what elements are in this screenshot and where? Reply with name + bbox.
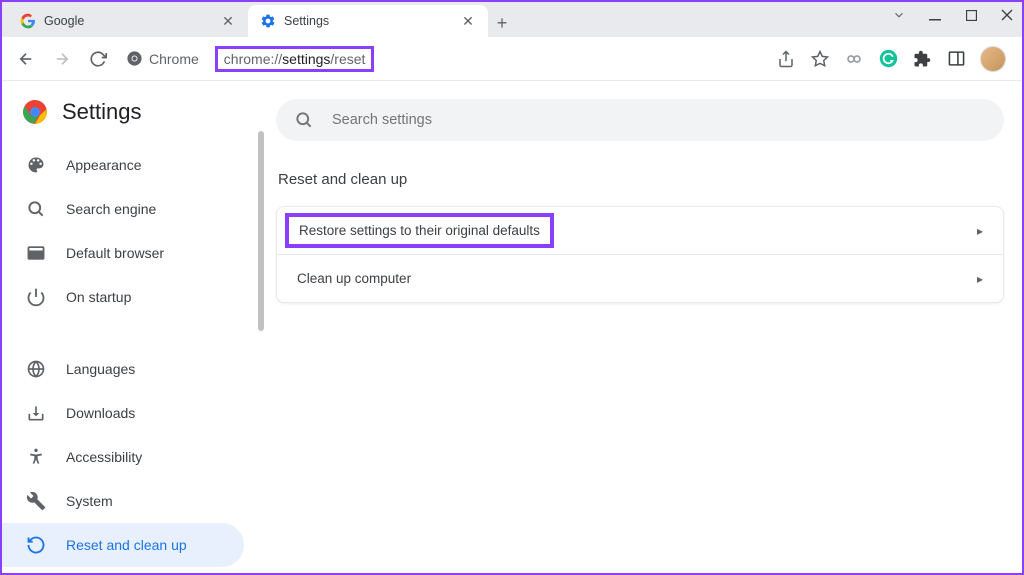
wrench-icon xyxy=(26,491,46,511)
sidebar: Settings Appearance Search engine Defaul… xyxy=(2,81,258,573)
sidebar-item-label: Languages xyxy=(66,361,135,377)
sidebar-item-label: System xyxy=(66,493,113,509)
reload-button[interactable] xyxy=(84,45,112,73)
share-icon[interactable] xyxy=(776,49,796,69)
sidebar-item-reset[interactable]: Reset and clean up xyxy=(2,523,244,567)
browser-icon xyxy=(26,243,46,263)
row-clean-up[interactable]: Clean up computer ▸ xyxy=(277,254,1003,302)
tab-google[interactable]: Google ✕ xyxy=(8,5,248,37)
link-icon[interactable] xyxy=(844,49,864,69)
avatar[interactable] xyxy=(980,46,1006,72)
sidebar-item-label: Default browser xyxy=(66,245,164,261)
tab-title: Google xyxy=(44,14,84,28)
scrollbar[interactable] xyxy=(258,131,264,331)
sidebar-item-default-browser[interactable]: Default browser xyxy=(2,231,258,275)
grammarly-icon[interactable] xyxy=(878,49,898,69)
search-input[interactable] xyxy=(332,112,986,128)
titlebar: Google ✕ Settings ✕ + xyxy=(2,2,1022,37)
download-icon xyxy=(26,403,46,423)
tab-title: Settings xyxy=(284,14,329,28)
toolbar: Chrome chrome://settings/reset xyxy=(2,37,1022,81)
row-label: Clean up computer xyxy=(297,271,411,286)
bookmark-icon[interactable] xyxy=(810,49,830,69)
sidebar-item-accessibility[interactable]: Accessibility xyxy=(2,435,258,479)
power-icon xyxy=(26,287,46,307)
palette-icon xyxy=(26,155,46,175)
content: Settings Appearance Search engine Defaul… xyxy=(2,81,1022,573)
sidebar-item-label: Appearance xyxy=(66,157,142,173)
chrome-chip: Chrome xyxy=(120,50,205,67)
minimize-icon[interactable] xyxy=(928,8,942,22)
close-window-icon[interactable] xyxy=(1000,8,1014,22)
settings-card: Restore settings to their original defau… xyxy=(276,206,1004,303)
settings-header: Settings xyxy=(2,99,258,143)
sidebar-item-label: Search engine xyxy=(66,201,156,217)
google-icon xyxy=(20,13,36,29)
tab-settings[interactable]: Settings ✕ xyxy=(248,5,488,37)
sidebar-item-label: Downloads xyxy=(66,405,135,421)
address-bar[interactable]: chrome://settings/reset xyxy=(213,43,768,75)
chrome-icon xyxy=(126,50,143,67)
chevron-right-icon: ▸ xyxy=(977,224,983,238)
section-title: Reset and clean up xyxy=(276,171,1004,188)
back-button[interactable] xyxy=(12,45,40,73)
maximize-icon[interactable] xyxy=(964,8,978,22)
gear-icon xyxy=(260,13,276,29)
forward-button[interactable] xyxy=(48,45,76,73)
sidebar-item-appearance[interactable]: Appearance xyxy=(2,143,258,187)
sidebar-item-system[interactable]: System xyxy=(2,479,258,523)
url-highlight: chrome://settings/reset xyxy=(215,46,375,72)
toolbar-actions xyxy=(776,46,1012,72)
page-title: Settings xyxy=(62,99,142,125)
search-icon xyxy=(26,199,46,219)
search-settings[interactable] xyxy=(276,99,1004,141)
accessibility-icon xyxy=(26,447,46,467)
sidebar-item-downloads[interactable]: Downloads xyxy=(2,391,258,435)
highlight: Restore settings to their original defau… xyxy=(285,213,554,248)
chrome-label: Chrome xyxy=(149,51,199,67)
chrome-logo-icon xyxy=(22,99,48,125)
globe-icon xyxy=(26,359,46,379)
search-icon xyxy=(294,110,314,130)
row-restore-defaults[interactable]: Restore settings to their original defau… xyxy=(277,207,1003,254)
main-panel: Reset and clean up Restore settings to t… xyxy=(258,81,1022,573)
chevron-right-icon: ▸ xyxy=(977,272,983,286)
sidebar-item-on-startup[interactable]: On startup xyxy=(2,275,258,319)
sidebar-item-label: Reset and clean up xyxy=(66,537,187,553)
close-icon[interactable]: ✕ xyxy=(460,13,476,29)
sidepanel-icon[interactable] xyxy=(946,49,966,69)
chevron-down-icon[interactable] xyxy=(892,8,906,22)
window-controls xyxy=(892,8,1014,22)
sidebar-item-search-engine[interactable]: Search engine xyxy=(2,187,258,231)
close-icon[interactable]: ✕ xyxy=(220,13,236,29)
tab-strip: Google ✕ Settings ✕ + xyxy=(2,2,516,37)
sidebar-item-languages[interactable]: Languages xyxy=(2,347,258,391)
new-tab-button[interactable]: + xyxy=(488,9,516,37)
sidebar-item-label: On startup xyxy=(66,289,131,305)
reset-icon xyxy=(26,535,46,555)
sidebar-item-label: Accessibility xyxy=(66,449,142,465)
extensions-icon[interactable] xyxy=(912,49,932,69)
